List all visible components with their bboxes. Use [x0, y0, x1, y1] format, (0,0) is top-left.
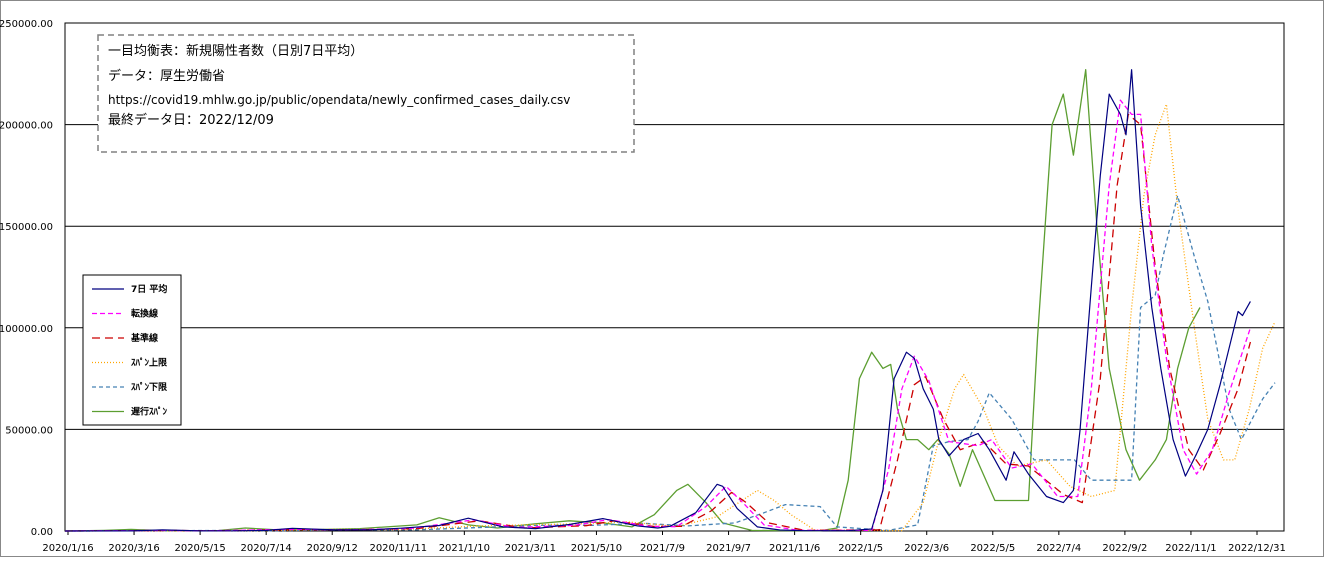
y-tick-label: 0.00 [31, 527, 53, 538]
x-tick-label: 2020/7/14 [241, 543, 292, 554]
legend: 7日 平均転換線基準線 ｽﾊﾟﾝ上限 ｽﾊﾟﾝ下限遅行ｽﾊﾟﾝ [82, 274, 182, 426]
x-tick-label: 2022/5/5 [970, 543, 1015, 554]
x-tick-label: 2021/3/11 [505, 543, 556, 554]
x-tick-label: 2020/9/12 [307, 543, 358, 554]
legend-label: 遅行ｽﾊﾟﾝ [131, 406, 168, 418]
x-tick-label: 2020/3/16 [108, 543, 159, 554]
x-tick-label: 2021/7/9 [640, 543, 685, 554]
x-tick-label: 2022/12/31 [1228, 543, 1286, 554]
y-tick-label: 250000.00 [0, 19, 53, 30]
legend-box [82, 274, 182, 426]
note-url: https://covid19.mhlw.go.jp/public/openda… [108, 93, 570, 107]
x-tick-label: 2022/7/4 [1036, 543, 1081, 554]
x-tick-label: 2021/1/10 [439, 543, 490, 554]
note-last-date: 最終データ日：2022/12/09 [108, 112, 274, 128]
legend-label: 基準線 [130, 332, 158, 344]
x-tick-label: 2022/3/6 [904, 543, 949, 554]
legend-label: ｽﾊﾟﾝ下限 [131, 381, 168, 393]
y-tick-label: 200000.00 [0, 121, 53, 132]
x-tick-label: 2020/1/16 [42, 543, 93, 554]
x-tick-label: 2021/9/7 [706, 543, 751, 554]
x-tick-label: 2021/5/10 [571, 543, 622, 554]
legend-label: ｽﾊﾟﾝ上限 [131, 357, 168, 369]
x-tick-label: 2022/1/5 [838, 543, 883, 554]
note-box: 一目均衡表：新規陽性者数（日別7日平均） データ：厚生労働省 https://c… [97, 34, 635, 153]
chart: 0.00 50000.00 100000.00 150000.00 200000.00 2… [0, 0, 1324, 557]
legend-label: 転換線 [131, 308, 158, 320]
x-tick-label: 2021/11/6 [769, 543, 820, 554]
x-tick-label: 2022/11/1 [1165, 543, 1216, 554]
x-tick-label: 2020/11/11 [369, 543, 427, 554]
chart-svg: 0.00 50000.00 100000.00 150000.00 200000.00 2… [0, 0, 1324, 557]
legend-label: 7日 平均 [131, 283, 167, 295]
note-source: データ：厚生労働省 [108, 68, 225, 84]
note-title: 一目均衡表：新規陽性者数（日別7日平均） [108, 43, 363, 59]
x-tick-label: 2020/5/15 [174, 543, 225, 554]
x-tick-label: 2022/9/2 [1102, 543, 1147, 554]
y-tick-label: 100000.00 [0, 324, 53, 335]
y-tick-label: 50000.00 [5, 425, 53, 436]
y-tick-label: 150000.00 [0, 222, 53, 233]
